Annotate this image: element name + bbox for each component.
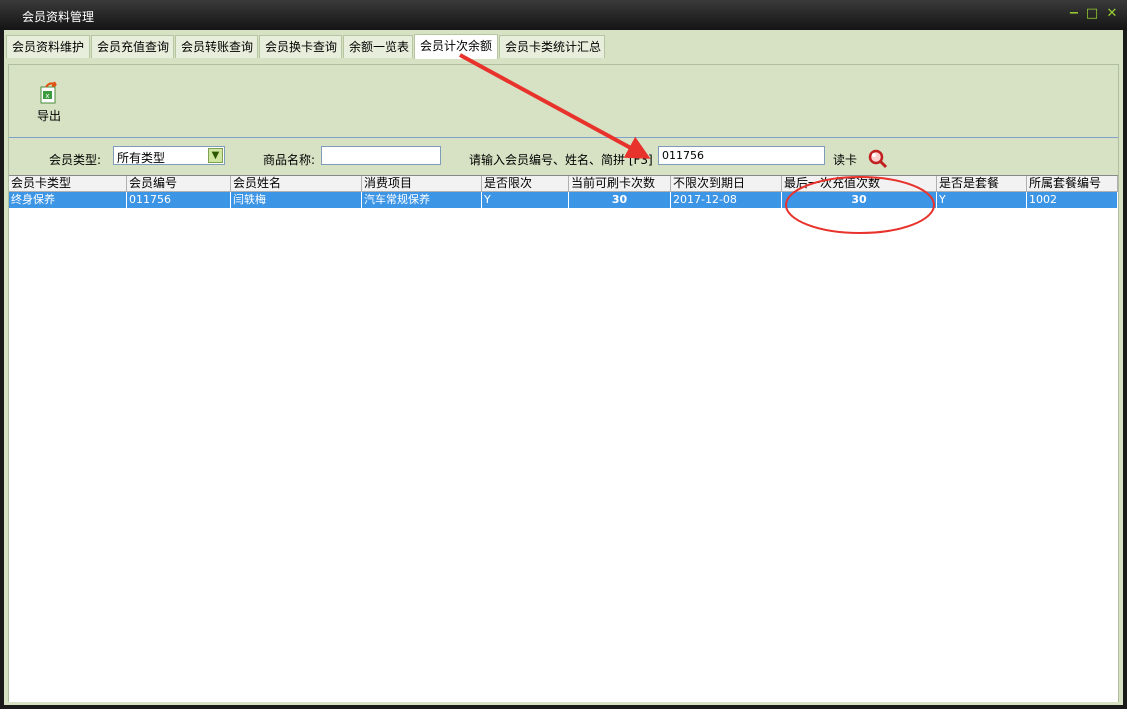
tab-member-info[interactable]: 会员资料维护 [6, 35, 90, 58]
content-panel: x 导出 会员类型: 所有类型 ▼ 商品名称: 请输入会员编号、姓名、简拼 [F… [8, 64, 1119, 702]
col-member-name[interactable]: 会员姓名 [231, 176, 362, 192]
cell-expiry: 2017-12-08 [671, 192, 782, 208]
tab-recharge-query[interactable]: 会员充值查询 [91, 35, 174, 58]
col-member-no[interactable]: 会员编号 [127, 176, 231, 192]
cell-card-type: 终身保养 [9, 192, 127, 208]
excel-export-icon: x [38, 81, 60, 105]
member-type-label: 会员类型: [49, 153, 102, 167]
col-card-type[interactable]: 会员卡类型 [9, 176, 127, 192]
svg-text:x: x [45, 92, 49, 100]
member-search-input[interactable] [658, 146, 825, 165]
tab-card-type-summary[interactable]: 会员卡类统计汇总 [499, 35, 605, 58]
product-name-label: 商品名称: [263, 153, 316, 167]
magnifier-icon[interactable] [867, 148, 889, 170]
read-card-button[interactable]: 读卡 [833, 151, 857, 168]
data-grid: 会员卡类型 会员编号 会员姓名 消费项目 是否限次 当前可刷卡次数 不限次到期日… [9, 175, 1118, 702]
main-frame: 会员资料维护 会员充值查询 会员转账查询 会员换卡查询 余额一览表 会员计次余额… [4, 30, 1123, 705]
table-row[interactable]: 终身保养 011756 闫轶梅 汽车常规保养 Y 30 2017-12-08 3… [9, 192, 1118, 208]
col-expiry[interactable]: 不限次到期日 [671, 176, 782, 192]
product-name-input[interactable] [321, 146, 441, 165]
col-last-recharge[interactable]: 最后一次充值次数 [782, 176, 937, 192]
cell-package-no: 1002 [1027, 192, 1118, 208]
cell-limited: Y [482, 192, 569, 208]
search-label: 请输入会员编号、姓名、简拼 [F3] [469, 153, 653, 167]
tab-card-change-query[interactable]: 会员换卡查询 [259, 35, 342, 58]
export-label: 导出 [36, 109, 61, 123]
col-package-no[interactable]: 所属套餐编号 [1027, 176, 1118, 192]
grid-header: 会员卡类型 会员编号 会员姓名 消费项目 是否限次 当前可刷卡次数 不限次到期日… [9, 176, 1118, 192]
tab-balance-list[interactable]: 余额一览表 [343, 35, 413, 58]
maximize-button[interactable]: □ [1085, 6, 1099, 22]
window-title: 会员资料管理 [22, 10, 95, 24]
title-bar: 会员资料管理 − □ ✕ [0, 0, 1127, 30]
tab-transfer-query[interactable]: 会员转账查询 [175, 35, 258, 58]
chevron-down-icon[interactable]: ▼ [208, 148, 223, 163]
minimize-button[interactable]: − [1067, 6, 1081, 22]
close-button[interactable]: ✕ [1105, 6, 1119, 22]
toolbar: x 导出 [9, 65, 1118, 138]
cell-item: 汽车常规保养 [362, 192, 482, 208]
cell-remaining-count: 30 [569, 192, 671, 208]
cell-last-recharge: 30 [782, 192, 937, 208]
col-item[interactable]: 消费项目 [362, 176, 482, 192]
filter-bar: 会员类型: 所有类型 ▼ 商品名称: 请输入会员编号、姓名、简拼 [F3] 读卡 [9, 138, 1118, 178]
col-remaining-count[interactable]: 当前可刷卡次数 [569, 176, 671, 192]
cell-member-name: 闫轶梅 [231, 192, 362, 208]
member-type-value: 所有类型 [117, 151, 166, 165]
col-is-package[interactable]: 是否是套餐 [937, 176, 1027, 192]
tab-count-balance[interactable]: 会员计次余额 [414, 34, 498, 59]
col-limited[interactable]: 是否限次 [482, 176, 569, 192]
cell-is-package: Y [937, 192, 1027, 208]
member-type-select[interactable]: 所有类型 ▼ [113, 146, 225, 165]
cell-member-no: 011756 [127, 192, 231, 208]
export-button[interactable]: x 导出 [31, 77, 67, 125]
